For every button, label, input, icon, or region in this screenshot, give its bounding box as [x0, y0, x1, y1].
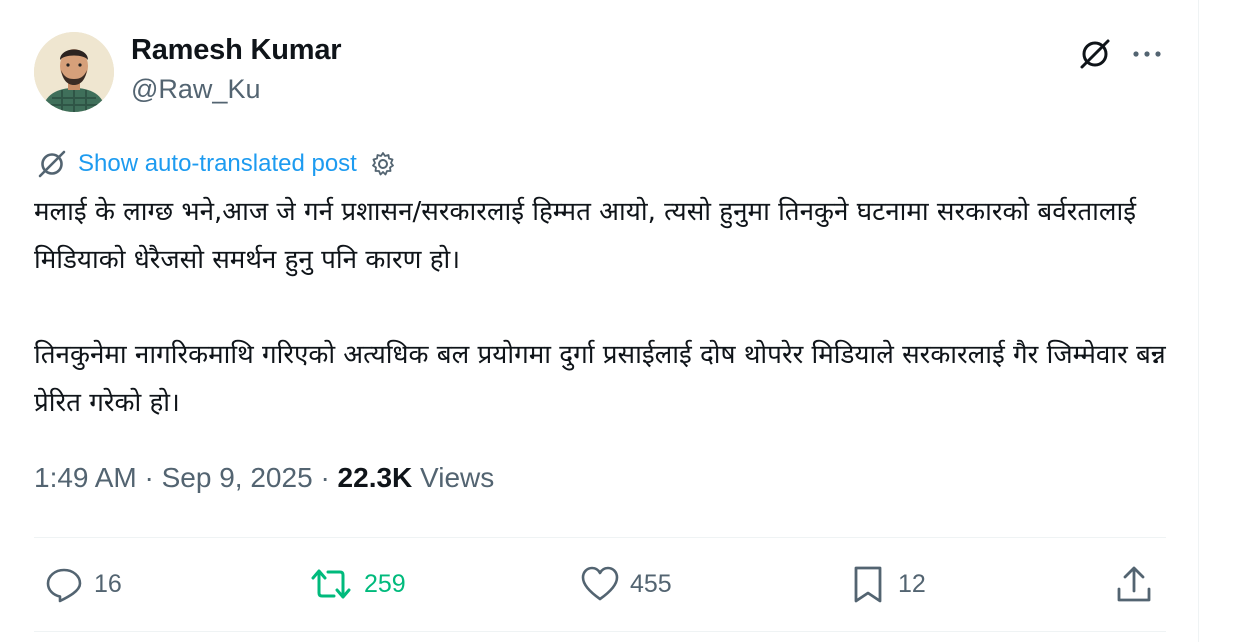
like-button[interactable]: 455 — [580, 558, 672, 610]
like-count: 455 — [630, 569, 672, 598]
reply-button[interactable]: 16 — [44, 558, 122, 610]
grok-icon — [1080, 39, 1110, 69]
post-text: मलाई के लाग्छ भने,आज जे गर्न प्रशासन/सरक… — [34, 188, 1174, 427]
avatar[interactable] — [34, 32, 114, 112]
post-paragraph: मलाई के लाग्छ भने,आज जे गर्न प्रशासन/सरक… — [34, 197, 1137, 275]
reply-count: 16 — [94, 569, 122, 598]
grok-button[interactable] — [1077, 36, 1113, 72]
gear-icon[interactable] — [369, 150, 397, 178]
bookmark-count: 12 — [898, 569, 926, 598]
heart-icon — [581, 566, 619, 601]
post-time[interactable]: 1:49 AM — [34, 462, 137, 493]
reply-icon — [46, 568, 82, 603]
divider — [34, 631, 1166, 632]
more-horizontal-icon — [1133, 51, 1161, 57]
post-date[interactable]: Sep 9, 2025 — [162, 462, 313, 493]
repost-icon — [311, 569, 351, 599]
user-handle[interactable]: @Raw_Ku — [131, 74, 260, 105]
bookmark-button[interactable]: 12 — [848, 558, 926, 610]
views-label: Views — [420, 462, 495, 493]
post-meta: 1:49 AM · Sep 9, 2025 · 22.3K Views — [34, 462, 494, 494]
repost-button[interactable]: 259 — [308, 558, 406, 610]
meta-separator: · — [144, 462, 154, 493]
post-paragraph: तिनकुनेमा नागरिकमाथि गरिएको अत्यधिक बल प… — [34, 340, 1166, 418]
views-count: 22.3K — [337, 462, 413, 493]
grok-icon — [38, 150, 66, 178]
translate-row: Show auto-translated post — [36, 146, 397, 182]
more-options-button[interactable] — [1129, 36, 1165, 72]
user-avatar-icon — [34, 32, 114, 112]
share-button[interactable] — [1114, 558, 1154, 610]
meta-separator: · — [320, 462, 330, 493]
display-name[interactable]: Ramesh Kumar — [131, 34, 342, 67]
divider — [34, 537, 1166, 538]
share-icon — [1117, 566, 1151, 602]
column-border — [1198, 0, 1199, 642]
bookmark-icon — [854, 566, 882, 603]
repost-count: 259 — [364, 569, 406, 598]
show-translated-post-link[interactable]: Show auto-translated post — [78, 150, 357, 178]
